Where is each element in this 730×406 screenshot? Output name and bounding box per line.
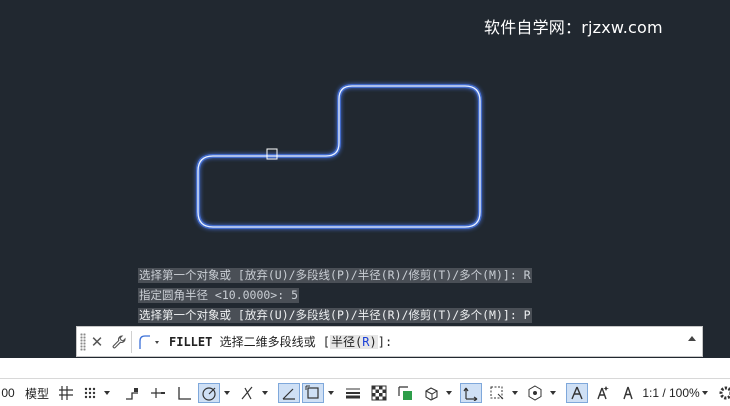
option-close: )	[369, 335, 377, 349]
auto-scale-icon[interactable]	[592, 383, 614, 403]
polar-dropdown-chevron-down-icon[interactable]	[222, 383, 232, 403]
command-line[interactable]: ✕ FILLET 选择二维多段线或 [半径(R)]:	[76, 326, 703, 357]
command-prompt[interactable]: FILLET 选择二维多段线或 [半径(R)]:	[169, 333, 392, 352]
history-line-2: 指定圆角半径 <10.0000>: 5	[138, 288, 300, 303]
status-bar: 00 模型 1:1 / 100%	[0, 378, 730, 406]
polar-tracking-icon[interactable]	[198, 383, 220, 403]
snap-dropdown-chevron-down-icon[interactable]	[102, 383, 112, 403]
osnap-dropdown-chevron-down-icon[interactable]	[326, 383, 336, 403]
transparency-icon[interactable]	[368, 383, 390, 403]
lineweight-icon[interactable]	[342, 383, 364, 403]
annotation-scale-icon[interactable]	[618, 383, 638, 403]
gear-icon[interactable]	[716, 383, 730, 403]
close-icon[interactable]: ✕	[88, 332, 106, 352]
grid-icon[interactable]	[56, 383, 76, 403]
object-snap-tracking-icon[interactable]	[278, 383, 300, 403]
customize-wrench-icon[interactable]	[110, 332, 128, 352]
command-prompt-text: 选择二维多段线或 [	[212, 335, 331, 349]
gizmo-dropdown-chevron-down-icon[interactable]	[548, 383, 558, 403]
scale-dropdown-chevron-down-icon[interactable]	[700, 383, 710, 403]
drag-grip-icon[interactable]	[80, 333, 86, 351]
isodraft-dropdown-chevron-down-icon[interactable]	[260, 383, 270, 403]
fillet-command-icon[interactable]	[135, 332, 163, 352]
infer-constraints-icon[interactable]	[122, 383, 142, 403]
status-gap	[0, 358, 730, 378]
coordinate-readout: 00	[1, 386, 15, 400]
selected-polyline-core	[197, 85, 481, 228]
option-label: 半径(	[331, 335, 363, 349]
3d-object-snap-icon[interactable]	[420, 383, 442, 403]
dynamic-input-icon[interactable]	[148, 383, 168, 403]
annotation-visibility-icon[interactable]	[566, 383, 588, 403]
snap-mode-icon[interactable]	[80, 383, 100, 403]
dynamic-ucs-icon[interactable]	[460, 383, 482, 403]
history-line-1: 选择第一个对象或 [放弃(U)/多段线(P)/半径(R)/修剪(T)/多个(M)…	[138, 268, 532, 283]
history-line-3: 选择第一个对象或 [放弃(U)/多段线(P)/半径(R)/修剪(T)/多个(M)…	[138, 308, 532, 323]
isodraft-icon[interactable]	[236, 383, 258, 403]
gizmo-icon[interactable]	[524, 383, 546, 403]
object-snap-icon[interactable]	[302, 383, 324, 403]
selection-cycling-icon[interactable]	[394, 383, 416, 403]
ortho-mode-icon[interactable]	[174, 383, 194, 403]
history-expand-icon[interactable]	[688, 336, 696, 341]
selection-filter-icon[interactable]	[486, 383, 508, 403]
drawing-canvas[interactable]: 软件自学网：rjzxw.com 选择第一个对象或 [放弃(U)/多段线(P)/半…	[0, 0, 730, 358]
command-name: FILLET	[169, 335, 213, 349]
viewport-scale-button[interactable]: 1:1 / 100%	[642, 383, 700, 403]
3dosnap-dropdown-chevron-down-icon[interactable]	[444, 383, 454, 403]
model-space-button[interactable]: 模型	[22, 383, 52, 403]
command-suffix: ]:	[377, 335, 393, 349]
option-radius[interactable]: 半径(R)	[330, 335, 378, 349]
drawing-geometry[interactable]	[0, 0, 730, 358]
filter-dropdown-chevron-down-icon[interactable]	[510, 383, 520, 403]
divider	[131, 331, 132, 353]
option-key: R	[362, 335, 370, 349]
